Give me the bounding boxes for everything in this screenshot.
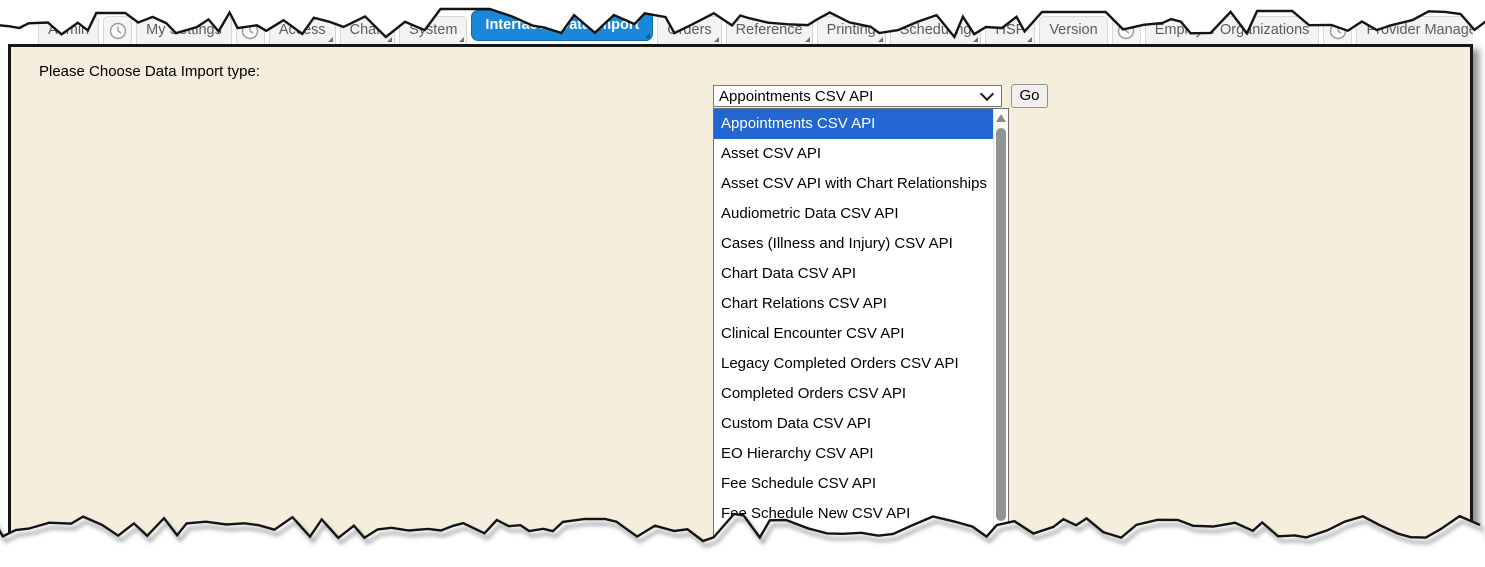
select-value: Appointments CSV API (714, 88, 982, 105)
tab-employer-organizations[interactable]: Employer Organizations (1145, 16, 1320, 44)
tab-my-settings[interactable]: My Settings (136, 16, 232, 44)
caret-icon (805, 37, 810, 42)
clock-icon (240, 21, 260, 41)
caret-icon (328, 37, 333, 42)
tab-system[interactable]: System (399, 16, 467, 44)
icon-tab[interactable] (1323, 16, 1352, 44)
caret-icon (973, 37, 978, 42)
dropdown-option[interactable]: Clinical Encounter CSV API (714, 319, 994, 349)
tab-admin[interactable]: Admin (38, 16, 99, 44)
icon-tab[interactable] (1112, 16, 1141, 44)
go-button[interactable]: Go (1011, 84, 1048, 108)
clock-icon (108, 21, 128, 41)
tab-interface-data-import[interactable]: Interface : Data Import (471, 10, 653, 41)
dropdown-option[interactable]: Asset CSV API with Chart Relationships (714, 169, 994, 199)
data-import-type-select[interactable]: Appointments CSV API (713, 85, 1002, 107)
icon-tab[interactable] (236, 16, 265, 44)
caret-icon (387, 37, 392, 42)
scrollbar-thumb[interactable] (996, 128, 1006, 521)
dropdown-option[interactable]: Asset CSV API (714, 139, 994, 169)
tab-label: Employer Organizations (1155, 22, 1310, 38)
tab-label: HSP (995, 22, 1025, 38)
tab-label: Orders (667, 22, 711, 38)
dropdown-option[interactable]: Chart Relations CSV API (714, 289, 994, 319)
tab-label: Reference (736, 22, 803, 38)
dropdown-option[interactable]: Custom Data CSV API (714, 409, 994, 439)
dropdown-option[interactable]: Appointments CSV API (714, 109, 994, 139)
scroll-up-arrow-icon[interactable] (996, 114, 1006, 122)
option-list: Appointments CSV APIAsset CSV APIAsset C… (714, 109, 994, 559)
tab-label: Version (1049, 22, 1097, 38)
dropdown-option[interactable]: Completed Orders CSV API (714, 379, 994, 409)
tab-access[interactable]: Access (269, 16, 336, 44)
dropdown-option[interactable]: Cases (Illness and Injury) CSV API (714, 229, 994, 259)
data-import-type-listbox: Appointments CSV APIAsset CSV APIAsset C… (713, 108, 1009, 560)
tab-provider-management[interactable]: Provider Management (1356, 16, 1473, 44)
dropdown-option[interactable]: Audiometric Data CSV API (714, 199, 994, 229)
caret-icon (459, 37, 464, 42)
tab-label: System (409, 22, 457, 38)
tab-hsp[interactable]: HSP (985, 16, 1035, 44)
tab-orders[interactable]: Orders (657, 16, 721, 44)
dropdown-option[interactable]: Chart Data CSV API (714, 259, 994, 289)
content-panel: Please Choose Data Import type: Appointm… (8, 44, 1473, 567)
chevron-down-icon (980, 86, 994, 100)
tab-label: Chart (350, 22, 385, 38)
tab-version[interactable]: Version (1039, 16, 1107, 44)
clock-icon (1328, 21, 1348, 41)
tab-label: Access (279, 22, 326, 38)
screenshot-root: Admin My Settings Access Chart System Interfa… (0, 0, 1485, 567)
clock-icon (1116, 21, 1136, 41)
dropdown-option[interactable]: Legacy Completed Orders CSV API (714, 349, 994, 379)
caret-icon (1027, 37, 1032, 42)
scrollbar[interactable] (993, 109, 1008, 559)
tab-label: Scheduling (900, 22, 972, 38)
tab-reference[interactable]: Reference (726, 16, 813, 44)
dropdown-option[interactable]: Fee Schedule New CSV API (714, 499, 994, 529)
tab-bar: Admin My Settings Access Chart System Interfa… (8, 0, 1473, 44)
caret-icon (645, 33, 650, 38)
icon-tab[interactable] (103, 16, 132, 44)
tab-printing[interactable]: Printing (817, 16, 886, 44)
tab-label: Printing (827, 22, 876, 38)
tab-label: Admin (48, 22, 89, 38)
dropdown-option[interactable]: Fee Schedule CSV API (714, 469, 994, 499)
dropdown-option[interactable]: EO Hierarchy CSV API (714, 439, 994, 469)
tab-scheduling[interactable]: Scheduling (890, 16, 982, 44)
prompt-label: Please Choose Data Import type: (39, 63, 260, 80)
tab-label: Provider Management (1366, 22, 1473, 38)
tab-chart[interactable]: Chart (340, 16, 395, 44)
caret-icon (878, 37, 883, 42)
caret-icon (714, 37, 719, 42)
tab-label: Interface : Data Import (485, 17, 639, 33)
tab-label: My Settings (146, 22, 222, 38)
